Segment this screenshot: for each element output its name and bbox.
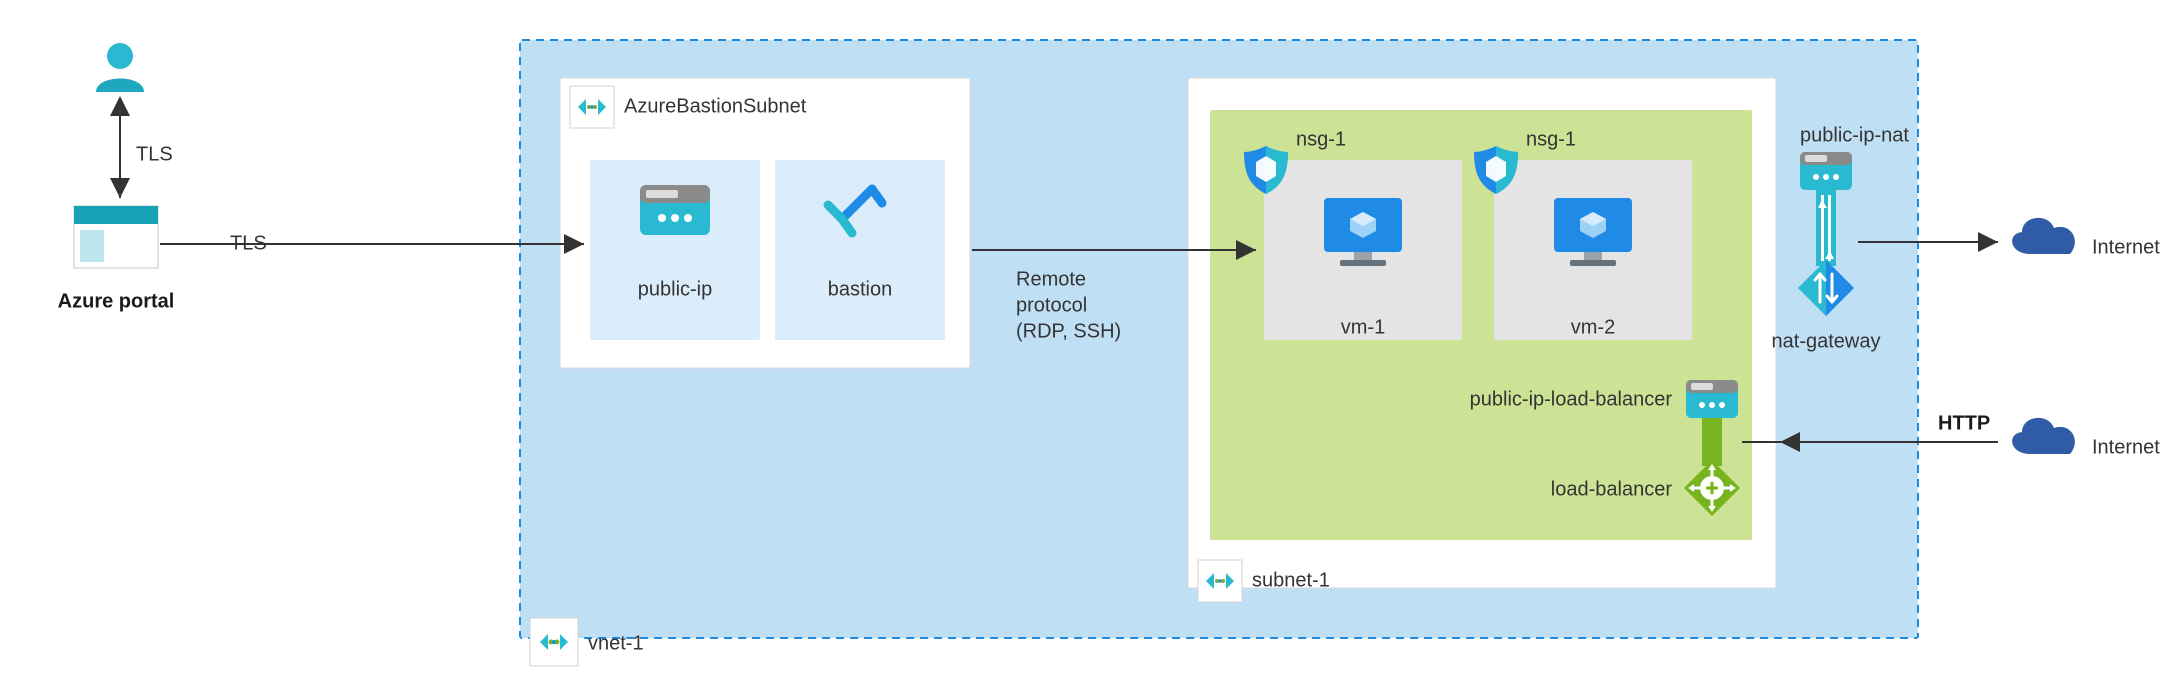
tls-horizontal-label: TLS	[230, 232, 267, 254]
public-ip-nat-label: public-ip-nat	[1800, 124, 1909, 146]
bastion-label: bastion	[828, 278, 893, 300]
public-ip-icon	[640, 185, 710, 235]
diagram-canvas: vnet-1 AzureBastionSubnet public-ip	[0, 0, 2184, 687]
vm1-card: vm-1	[1264, 160, 1462, 340]
remote-line2: protocol	[1016, 294, 1087, 316]
internet-bottom-label: Internet	[2092, 436, 2160, 458]
public-ip-lb-label: public-ip-load-balancer	[1470, 388, 1673, 410]
bastion-subnet-badge	[570, 86, 614, 128]
nat-gateway-label: nat-gateway	[1772, 330, 1881, 352]
bastion-subnet-label: AzureBastionSubnet	[624, 95, 807, 117]
vm1-label: vm-1	[1341, 316, 1385, 338]
remote-line1: Remote	[1016, 268, 1086, 290]
public-ip-card: public-ip	[590, 160, 760, 340]
vm2-label: vm-2	[1571, 316, 1615, 338]
cloud-top-icon	[2012, 218, 2075, 254]
portal-icon	[74, 206, 158, 268]
load-balancer-label: load-balancer	[1551, 478, 1673, 500]
user-icon	[96, 43, 144, 92]
subnet-label: subnet-1	[1252, 569, 1330, 591]
azure-portal-label: Azure portal	[58, 290, 175, 312]
vm2-card: vm-2	[1494, 160, 1692, 340]
nsg2-label: nsg-1	[1526, 128, 1576, 150]
public-ip-lb-icon	[1686, 380, 1738, 418]
http-label: HTTP	[1938, 412, 1990, 434]
subnet-badge	[1198, 560, 1242, 602]
vnet-label: vnet-1	[588, 632, 644, 654]
bastion-card: bastion	[775, 160, 945, 340]
vnet-badge	[530, 618, 578, 666]
nsg1-label: nsg-1	[1296, 128, 1346, 150]
internet-top-label: Internet	[2092, 236, 2160, 258]
cloud-bottom-icon	[2012, 418, 2075, 454]
public-ip-nat-icon	[1800, 152, 1852, 190]
public-ip-label: public-ip	[638, 278, 712, 300]
remote-line3: (RDP, SSH)	[1016, 320, 1121, 342]
tls-vertical-label: TLS	[136, 143, 173, 165]
